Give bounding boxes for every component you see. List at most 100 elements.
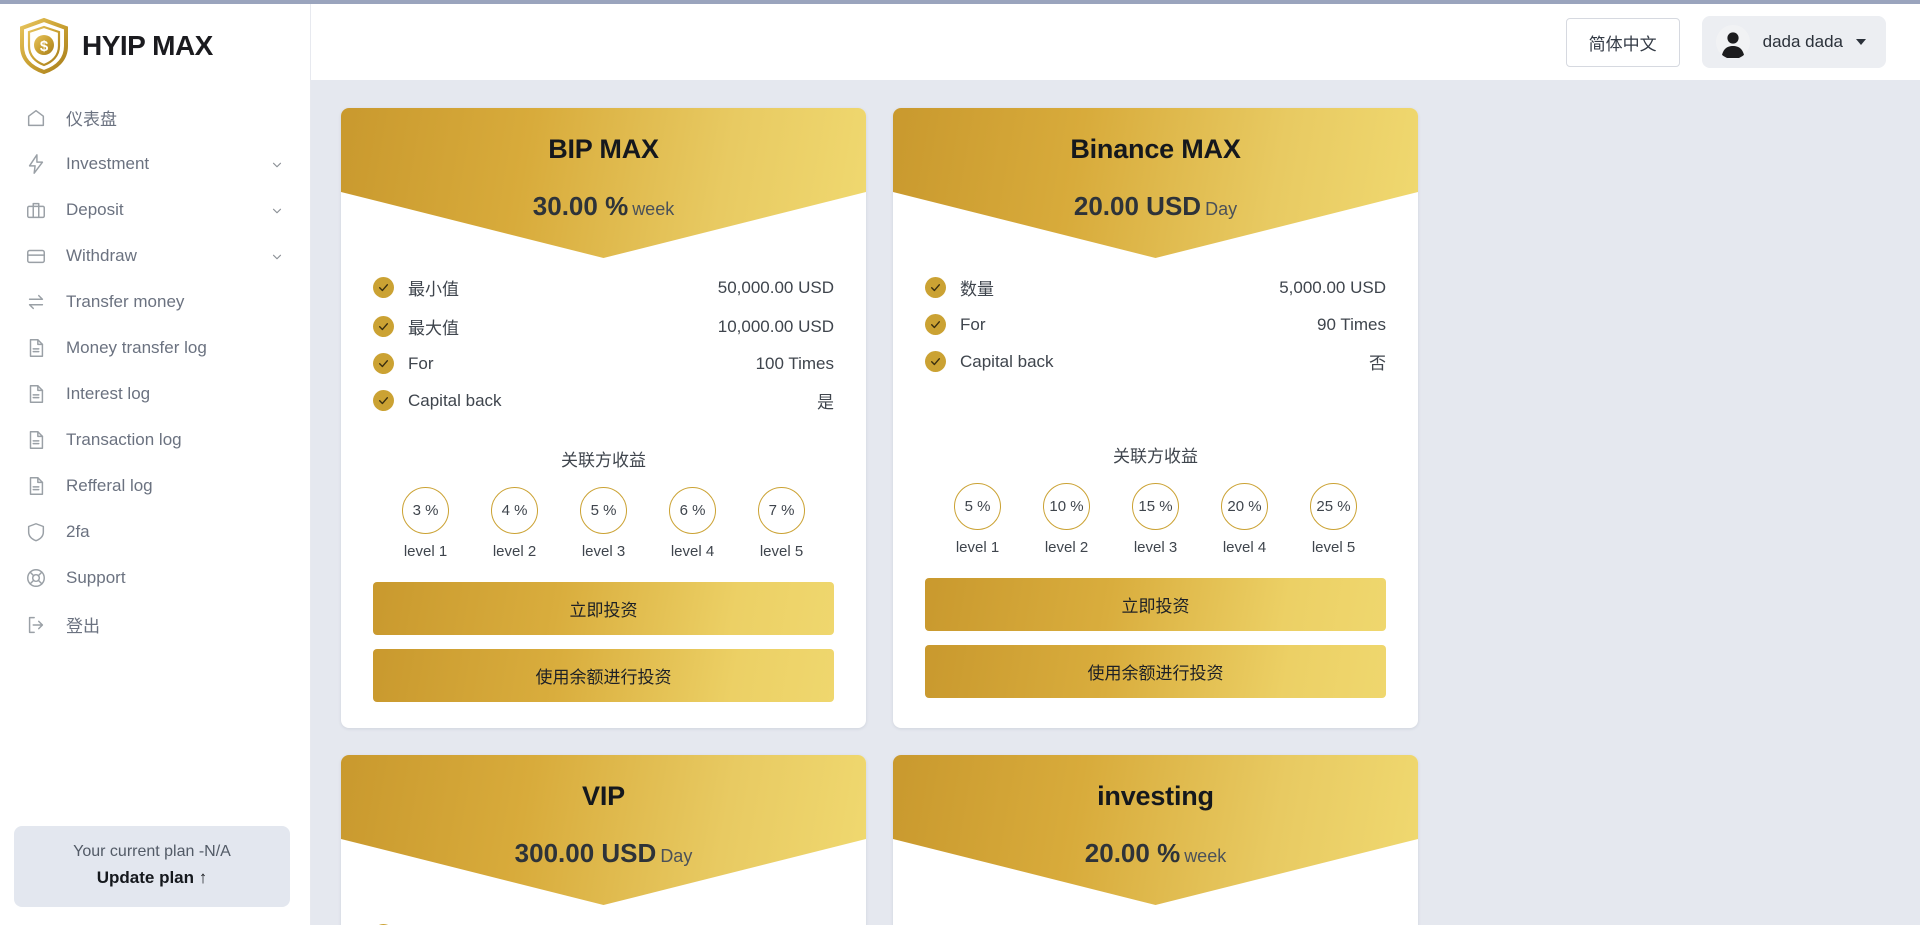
plans-grid: BIP MAX 30.00 %week 最小值 50,000.00 USD [341,108,1890,925]
user-name: dada dada [1763,32,1843,52]
sidebar-item-logout[interactable]: 登出 [0,601,310,648]
sidebar-item-label: 登出 [66,612,290,637]
sidebar-item-label: Transaction log [66,430,290,450]
plan-rate: 300.00 USDDay [341,838,866,869]
referral-level-name: level 1 [940,539,1016,556]
referral-level-name: level 2 [477,543,553,560]
sidebar-item-dashboard[interactable]: 仪表盘 [0,94,310,141]
plan-feature-label: For [960,315,1303,335]
plan-title: VIP [341,781,866,812]
plan-feature-value: 100 Times [756,354,834,374]
sidebar-item-support[interactable]: Support [0,555,310,601]
check-icon [373,316,394,337]
plan-feature-label: 最大值 [408,314,704,339]
plan-card-header: investing 20.00 %week [893,755,1418,905]
plan-card-header: VIP 300.00 USDDay [341,755,866,905]
sidebar: $ HYIP MAX 仪表盘 Investment [0,4,311,925]
plans-content: BIP MAX 30.00 %week 最小值 50,000.00 USD [311,80,1920,925]
referral-level-percent: 4 % [491,487,538,534]
referral-levels: 5 % level 1 10 % level 2 15 % level 3 [925,483,1386,556]
plan-card: Binance MAX 20.00 USDDay 数量 5,000.00 USD [893,108,1418,728]
referral-level: 6 % level 4 [655,487,731,560]
referral-level: 7 % level 5 [744,487,820,560]
home-icon [24,106,48,130]
brand-name: HYIP MAX [82,30,213,62]
sidebar-item-refferal-log[interactable]: Refferal log [0,463,310,509]
sidebar-item-transaction-log[interactable]: Transaction log [0,417,310,463]
check-icon [373,390,394,411]
plan-card: investing 20.00 %week [893,755,1418,925]
sidebar-item-money-transfer-log[interactable]: Money transfer log [0,325,310,371]
plan-title: Binance MAX [893,134,1418,165]
update-plan-link[interactable]: Update plan ↑ [24,868,280,888]
user-menu[interactable]: dada dada [1702,16,1886,68]
sidebar-nav: 仪表盘 Investment Deposit [0,80,310,648]
sidebar-item-2fa[interactable]: 2fa [0,509,310,555]
referral-level-percent: 15 % [1132,483,1179,530]
document-icon [24,382,48,406]
invest-now-button[interactable]: 立即投资 [925,578,1386,631]
sidebar-item-withdraw[interactable]: Withdraw [0,233,310,279]
check-icon [925,314,946,335]
sidebar-item-label: Withdraw [66,246,252,266]
card-icon [24,244,48,268]
user-avatar-icon [1716,25,1750,59]
invest-now-button[interactable]: 立即投资 [373,582,834,635]
sidebar-item-label: Refferal log [66,476,290,496]
sidebar-item-interest-log[interactable]: Interest log [0,371,310,417]
invest-with-balance-button[interactable]: 使用余额进行投资 [925,645,1386,698]
topbar: 简体中文 dada dada [311,4,1920,80]
plan-rate: 30.00 %week [341,191,866,222]
referral-level: 10 % level 2 [1029,483,1105,556]
plan-card: VIP 300.00 USDDay 数量 3,000.00 USD [341,755,866,925]
plan-feature-row: 数量 5,000.00 USD [925,268,1386,307]
plan-feature-value: 10,000.00 USD [718,317,834,337]
main-area: 简体中文 dada dada BIP MAX [311,4,1920,925]
referral-level-name: level 4 [1207,539,1283,556]
bolt-icon [24,152,48,176]
sidebar-item-deposit[interactable]: Deposit [0,187,310,233]
app-shell: $ HYIP MAX 仪表盘 Investment [0,4,1920,925]
referral-level-percent: 10 % [1043,483,1090,530]
sidebar-item-label: 仪表盘 [66,105,290,130]
shield-dollar-logo: $ [18,18,70,74]
chevron-down-icon[interactable] [270,249,284,263]
language-selector[interactable]: 简体中文 [1566,18,1680,67]
document-icon [24,474,48,498]
referral-level-percent: 5 % [954,483,1001,530]
sidebar-item-investment[interactable]: Investment [0,141,310,187]
plan-card-header: Binance MAX 20.00 USDDay [893,108,1418,258]
referral-level: 5 % level 1 [940,483,1016,556]
referral-level-name: level 5 [1296,539,1372,556]
plan-rate-unit: week [1184,846,1226,866]
plan-card-body: 数量 3,000.00 USD For 90 Times Capital bac… [341,905,866,925]
referral-level-percent: 3 % [402,487,449,534]
plan-feature-row: 最小值 50,000.00 USD [373,268,834,307]
plan-card: BIP MAX 30.00 %week 最小值 50,000.00 USD [341,108,866,728]
referral-level-name: level 3 [566,543,642,560]
sidebar-item-label: Interest log [66,384,290,404]
referral-level: 3 % level 1 [388,487,464,560]
sidebar-item-label: Transfer money [66,292,290,312]
chevron-down-icon[interactable] [270,157,284,171]
shield-icon [24,520,48,544]
plan-feature-label: 最小值 [408,275,704,300]
brand[interactable]: $ HYIP MAX [0,4,310,80]
invest-with-balance-button[interactable]: 使用余额进行投资 [373,649,834,702]
sidebar-item-label: Support [66,568,290,588]
sidebar-item-transfer-money[interactable]: Transfer money [0,279,310,325]
plan-rate-value: 20.00 USD [1074,191,1201,221]
referral-level: 4 % level 2 [477,487,553,560]
plan-feature-label: For [408,354,742,374]
caret-down-icon[interactable] [1856,39,1866,45]
plan-feature-value: 90 Times [1317,315,1386,335]
document-icon [24,336,48,360]
logout-icon [24,613,48,637]
referral-level-name: level 3 [1118,539,1194,556]
sidebar-item-label: 2fa [66,522,290,542]
chevron-down-icon[interactable] [270,203,284,217]
current-plan-box[interactable]: Your current plan -N/A Update plan ↑ [14,826,290,907]
plan-feature-row: 数量 3,000.00 USD [373,915,834,925]
referral-level-percent: 7 % [758,487,805,534]
plan-feature-label: 数量 [960,275,1265,300]
